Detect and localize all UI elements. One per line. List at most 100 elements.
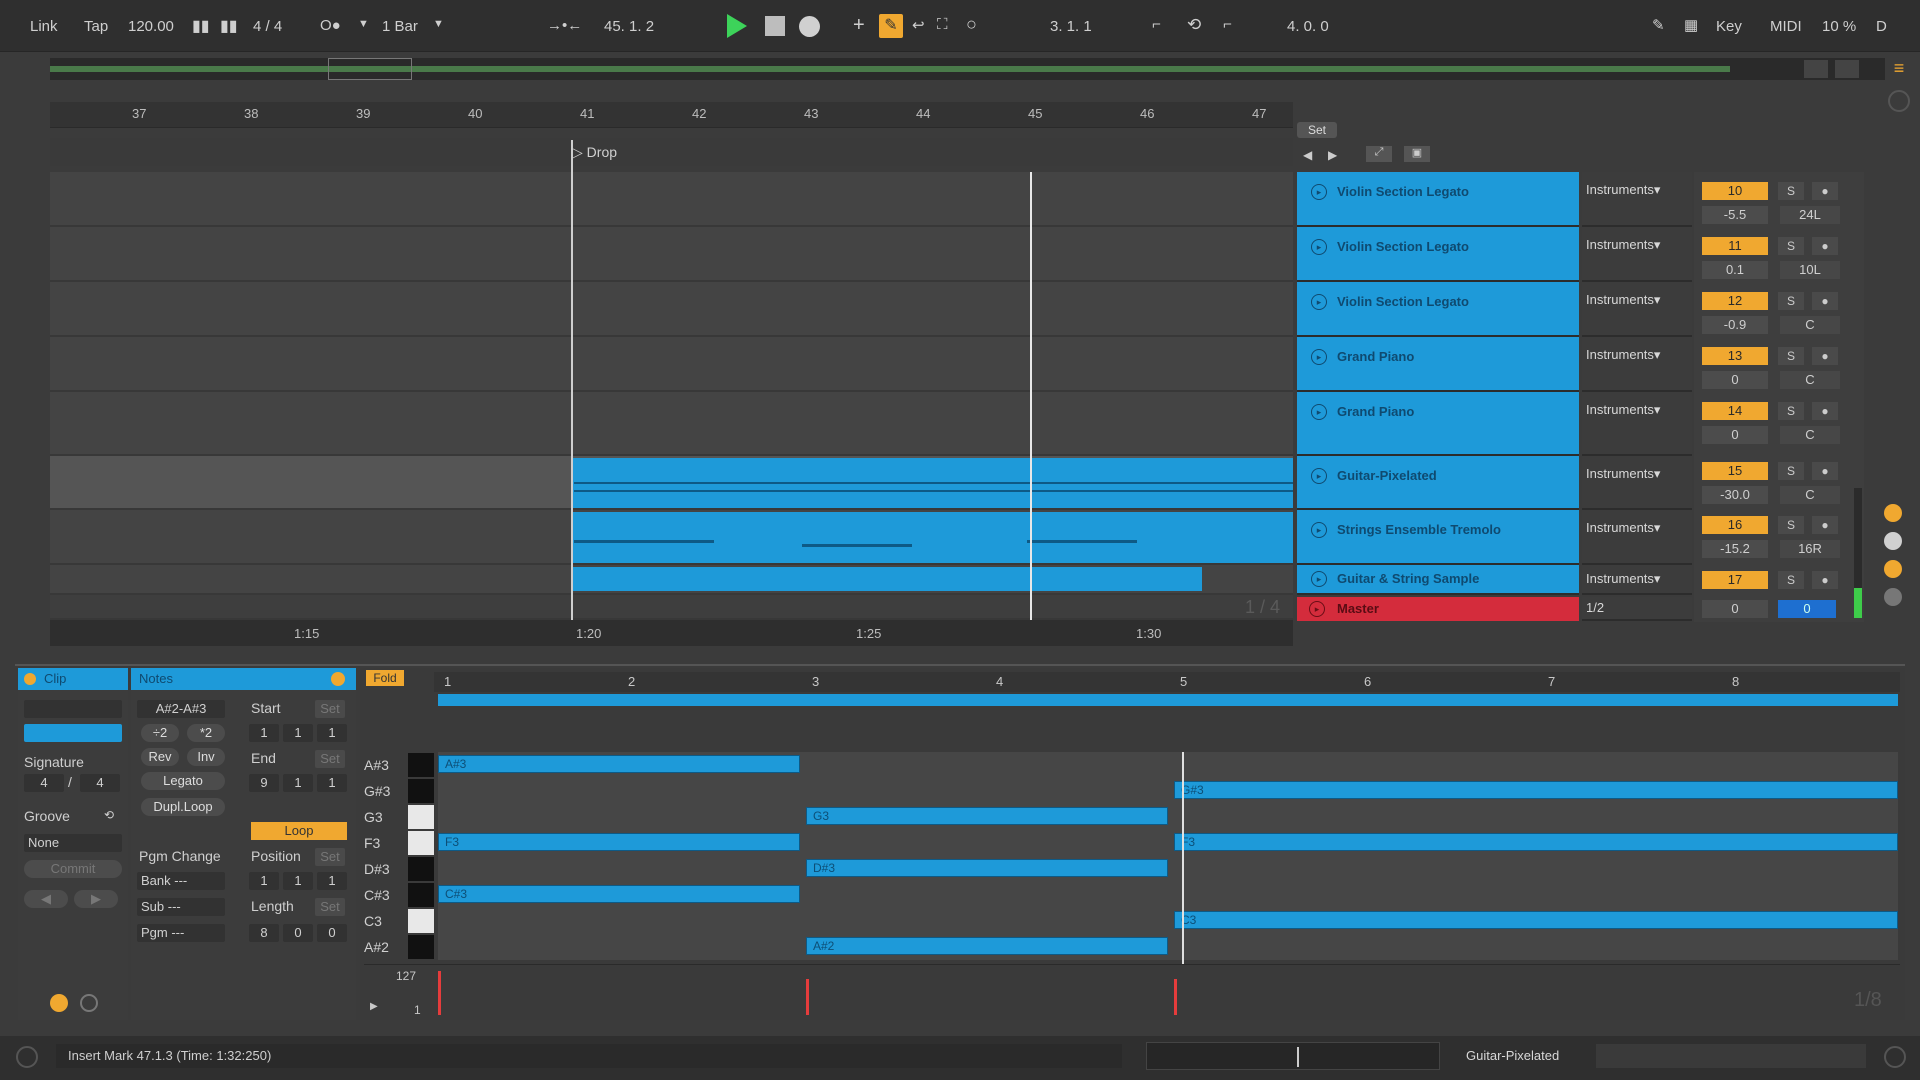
quantize-select[interactable]: 1 Bar bbox=[382, 18, 418, 35]
fold-icon[interactable]: ▸ bbox=[1311, 571, 1327, 587]
session-record-icon[interactable]: ○ bbox=[966, 14, 977, 35]
solo-button[interactable]: S bbox=[1778, 462, 1804, 480]
reverse-button[interactable]: Rev bbox=[141, 748, 179, 766]
arm-button[interactable]: ● bbox=[1812, 402, 1838, 420]
invert-button[interactable]: Inv bbox=[187, 748, 225, 766]
mixer-toggle-icon[interactable] bbox=[1884, 588, 1902, 606]
insert-marker[interactable] bbox=[1030, 172, 1032, 625]
quantize-dropdown-icon[interactable]: ▼ bbox=[433, 18, 444, 30]
arrangement-overview[interactable] bbox=[50, 58, 1885, 80]
nudge-up-icon[interactable]: ▮▮ bbox=[220, 16, 238, 36]
fold-icon[interactable]: ▸ bbox=[1311, 184, 1327, 200]
midi-note[interactable]: C#3 bbox=[438, 885, 800, 903]
locator-drop[interactable]: ▷ Drop bbox=[572, 144, 617, 161]
key-map-button[interactable]: Key bbox=[1716, 18, 1742, 35]
locator-play-icon[interactable]: ▷ bbox=[572, 144, 583, 160]
input-type-select[interactable]: Instruments▾ bbox=[1586, 571, 1690, 589]
note-range-field[interactable]: A#2-A#3 bbox=[137, 700, 225, 718]
loop-length-field[interactable]: 4. 0. 0 bbox=[1287, 18, 1329, 35]
loop-switch-icon[interactable]: ⟲ bbox=[1187, 15, 1201, 35]
toggle-browser-icon[interactable] bbox=[16, 1046, 38, 1068]
master-lane[interactable]: 1 / 4 bbox=[50, 595, 1293, 620]
track-lane[interactable] bbox=[50, 337, 1293, 392]
midi-note[interactable]: F3 bbox=[438, 833, 800, 851]
clip-name-field[interactable] bbox=[24, 700, 122, 718]
solo-button[interactable]: S bbox=[1778, 516, 1804, 534]
piano-key-black[interactable] bbox=[408, 883, 434, 907]
end-bar[interactable]: 9 bbox=[249, 774, 279, 792]
arm-button[interactable]: ● bbox=[1812, 182, 1838, 200]
master-routing-select[interactable]: 1/2 bbox=[1586, 600, 1690, 618]
volume-field[interactable]: -15.2 bbox=[1702, 540, 1768, 558]
end-sixteenth[interactable]: 1 bbox=[317, 774, 347, 792]
tempo-field[interactable]: 120.00 bbox=[128, 18, 174, 35]
beat-time-ruler[interactable]: 37 38 39 40 41 42 43 44 45 46 47 bbox=[50, 102, 1293, 128]
clip-detail-icon[interactable] bbox=[1884, 504, 1902, 522]
clip-activator-icon[interactable] bbox=[24, 673, 36, 685]
fold-icon[interactable]: ▸ bbox=[1311, 404, 1327, 420]
volume-field[interactable]: -30.0 bbox=[1702, 486, 1768, 504]
envelopes-toggle-icon[interactable] bbox=[80, 994, 98, 1012]
link-button[interactable]: Link bbox=[30, 18, 58, 35]
velocity-lane[interactable]: 127 1 ▶ 1/8 bbox=[364, 964, 1900, 1018]
velocity-marker[interactable] bbox=[1174, 979, 1177, 1015]
arm-button[interactable]: ● bbox=[1812, 571, 1838, 589]
bank-field[interactable]: Bank --- bbox=[137, 872, 225, 890]
track-header[interactable]: ▸ Grand Piano bbox=[1297, 337, 1579, 392]
metronome-icon[interactable]: O● bbox=[320, 17, 341, 34]
master-volume-field[interactable]: 0 bbox=[1702, 600, 1768, 618]
pan-field[interactable]: C bbox=[1780, 486, 1840, 504]
nudge-down-icon[interactable]: ▮▮ bbox=[192, 16, 210, 36]
duplicate-loop-button[interactable]: Dupl.Loop bbox=[141, 798, 225, 816]
start-beat[interactable]: 1 bbox=[283, 724, 313, 742]
track-header[interactable]: ▸ Strings Ensemble Tremolo bbox=[1297, 510, 1579, 565]
position-bar[interactable]: 1 bbox=[249, 872, 279, 890]
arm-button[interactable]: ● bbox=[1812, 462, 1838, 480]
fold-icon[interactable]: ▸ bbox=[1311, 239, 1327, 255]
midi-clip[interactable] bbox=[572, 458, 1293, 508]
io-toggle-icon[interactable] bbox=[1884, 532, 1902, 550]
fold-icon[interactable]: ▸ bbox=[1311, 294, 1327, 310]
fold-icon[interactable]: ▸ bbox=[1309, 601, 1325, 617]
track-header[interactable]: ▸ Guitar & String Sample bbox=[1297, 565, 1579, 595]
arm-button[interactable]: ● bbox=[1812, 292, 1838, 310]
position-beat[interactable]: 1 bbox=[283, 872, 313, 890]
piano-key-black[interactable] bbox=[408, 935, 434, 959]
solo-button[interactable]: S bbox=[1778, 402, 1804, 420]
volume-field[interactable]: 0.1 bbox=[1702, 261, 1768, 279]
time-ruler[interactable]: 1:15 1:20 1:25 1:30 bbox=[50, 620, 1293, 646]
loop-start-field[interactable]: 3. 1. 1 bbox=[1050, 18, 1092, 35]
pan-field[interactable]: C bbox=[1780, 316, 1840, 334]
next-locator-icon[interactable]: ▶ bbox=[1328, 148, 1337, 162]
commit-button[interactable]: Commit bbox=[24, 860, 122, 878]
view-toggle-icon[interactable] bbox=[1888, 90, 1910, 112]
overdub-icon[interactable]: + bbox=[853, 14, 865, 37]
midi-note[interactable]: C3 bbox=[1174, 911, 1898, 929]
input-type-select[interactable]: Instruments▾ bbox=[1586, 292, 1690, 310]
track-activator[interactable]: 17 bbox=[1702, 571, 1768, 589]
track-lane[interactable] bbox=[50, 392, 1293, 456]
menu-icon[interactable]: ≡ bbox=[1888, 58, 1910, 80]
metronome-dropdown-icon[interactable]: ▼ bbox=[358, 18, 369, 30]
input-type-select[interactable]: Instruments▾ bbox=[1586, 402, 1690, 420]
signature-numerator[interactable]: 4 bbox=[24, 774, 64, 792]
master-track-header[interactable]: ▸ Master bbox=[1297, 597, 1579, 621]
set-button[interactable]: Set bbox=[1297, 122, 1337, 138]
clip-color-select[interactable] bbox=[24, 724, 122, 742]
arrangement-position-field[interactable]: 45. 1. 2 bbox=[604, 18, 654, 35]
fold-icon[interactable]: ▸ bbox=[1311, 522, 1327, 538]
volume-field[interactable]: -0.9 bbox=[1702, 316, 1768, 334]
track-activator[interactable]: 14 bbox=[1702, 402, 1768, 420]
length-sixteenth[interactable]: 0 bbox=[317, 924, 347, 942]
input-type-select[interactable]: Instruments▾ bbox=[1586, 347, 1690, 365]
piano-key-black[interactable] bbox=[408, 779, 434, 803]
track-lane[interactable] bbox=[50, 227, 1293, 282]
nudge-right-button[interactable]: ▶ bbox=[74, 890, 118, 908]
midi-clip[interactable] bbox=[572, 512, 1293, 563]
master-pan-field[interactable]: 0 bbox=[1778, 600, 1836, 618]
detail-divider[interactable] bbox=[15, 664, 1905, 666]
length-beat[interactable]: 0 bbox=[283, 924, 313, 942]
track-activator[interactable]: 10 bbox=[1702, 182, 1768, 200]
halve-button[interactable]: ÷2 bbox=[141, 724, 179, 742]
length-bar[interactable]: 8 bbox=[249, 924, 279, 942]
